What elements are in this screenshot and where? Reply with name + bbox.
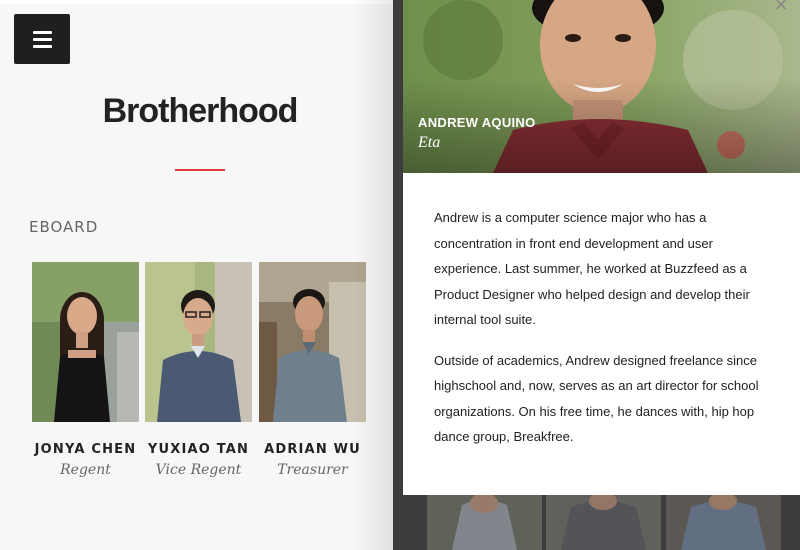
member-card-adrian-wu[interactable]: ADRIAN WU Treasurer [259, 262, 366, 478]
profile-bio: Andrew is a computer science major who h… [434, 205, 779, 465]
background-member-photo [427, 495, 542, 550]
hamburger-menu-icon-bar [32, 44, 52, 48]
member-name: YUXIAO TAN [147, 442, 250, 457]
member-role: Treasurer [277, 462, 348, 478]
member-name: ADRIAN WU [264, 442, 361, 457]
profile-hero-photo: ANDREW AQUINO Eta [403, 0, 800, 173]
page-title: Brotherhood [102, 92, 299, 130]
hamburger-menu-icon [32, 30, 52, 34]
bio-paragraph: Outside of academics, Andrew designed fr… [434, 352, 759, 445]
overlay-shadow [353, 0, 393, 550]
menu-button[interactable] [14, 14, 70, 64]
background-member-photo [546, 495, 661, 550]
member-profile-modal: ANDREW AQUINO Eta Andrew is a computer s… [403, 0, 800, 495]
member-photo[interactable] [145, 262, 252, 422]
title-underline [175, 169, 225, 171]
hamburger-menu-icon-bar [32, 37, 52, 41]
section-label-eboard: EBOARD [29, 218, 99, 236]
profile-role: Eta [418, 134, 441, 151]
close-icon[interactable]: × [771, 0, 791, 14]
member-role: Regent [60, 462, 111, 478]
member-photo[interactable] [259, 262, 366, 422]
bio-paragraph: Andrew is a computer science major who h… [434, 210, 750, 327]
background-member-photo [666, 495, 781, 550]
member-role: Vice Regent [155, 462, 242, 478]
member-photo[interactable] [32, 262, 139, 422]
member-name: JONYA CHEN [34, 442, 137, 457]
member-card-jonya-chen[interactable]: JONYA CHEN Regent [32, 262, 139, 478]
profile-name: ANDREW AQUINO [418, 115, 536, 130]
member-card-yuxiao-tan[interactable]: YUXIAO TAN Vice Regent [145, 262, 252, 478]
